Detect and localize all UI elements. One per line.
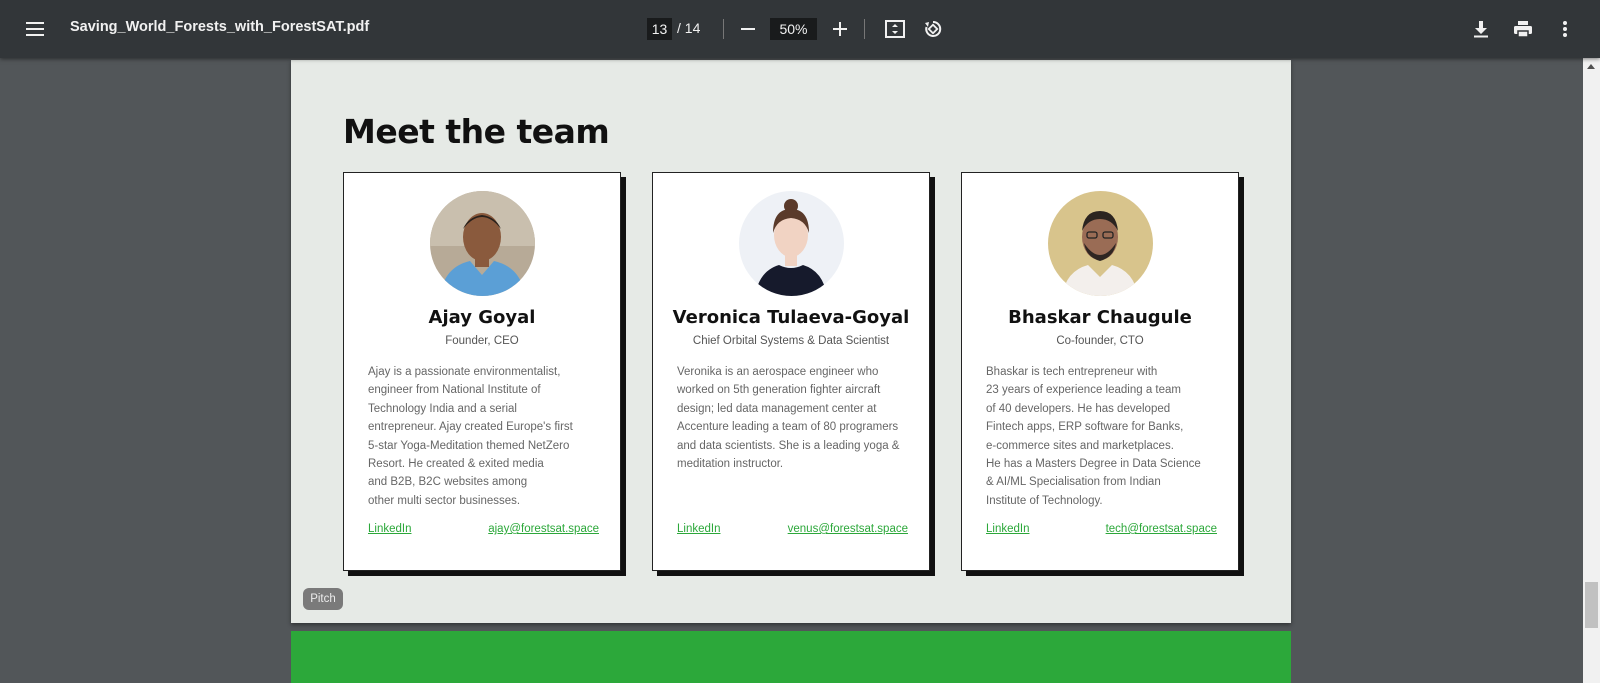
member-bio: Veronika is an aerospace engineer who wo… [677,363,917,473]
bio-line: Technology India and a serial [368,402,517,415]
scroll-thumb[interactable] [1585,582,1598,628]
bio-line: He has a Masters Degree in Data Science [986,458,1201,471]
toolbar-divider [864,19,865,39]
next-pdf-page [291,631,1291,683]
avatar [430,191,535,296]
pdf-toolbar: Saving_World_Forests_with_ForestSAT.pdf … [0,0,1600,58]
member-name: Bhaskar Chaugule [1008,307,1192,328]
bio-line: 23 years of experience leading a team [986,384,1181,397]
bio-line: meditation instructor. [677,458,784,471]
member-role: Founder, CEO [445,335,519,347]
team-card: Bhaskar Chaugule Co-founder, CTO Bhaskar… [961,172,1239,571]
bio-line: engineer from National Institute of [368,384,541,397]
avatar [739,191,844,296]
member-name: Veronica Tulaeva-Goyal [672,307,910,328]
bio-line: design; led data management center at [677,402,877,415]
bio-line: and B2B, B2C websites among [368,476,528,489]
bio-line: Fintech apps, ERP software for Banks, [986,421,1184,434]
linkedin-link[interactable]: LinkedIn [677,523,720,535]
toolbar-divider [723,19,724,39]
scroll-up-arrow-icon[interactable] [1587,64,1595,69]
avatar [1048,191,1153,296]
bio-line: worked on 5th generation fighter aircraf… [677,384,881,397]
vertical-scrollbar[interactable] [1583,58,1600,683]
member-role: Chief Orbital Systems & Data Scientist [692,335,890,347]
section-tag: Pitch [303,588,343,610]
member-bio: Ajay is a passionate environmentalist, e… [368,363,608,510]
bio-line: Bhaskar is tech entrepreneur with [986,366,1158,378]
rotate-icon[interactable] [915,11,951,47]
linkedin-link[interactable]: LinkedIn [986,523,1029,535]
linkedin-link[interactable]: LinkedIn [368,523,411,535]
bio-line: Institute of Technology. [986,494,1103,507]
print-icon[interactable] [1505,11,1541,47]
zoom-level-input[interactable]: 50% [770,18,817,40]
bio-line: entrepreneur. Ajay created Europe's firs… [368,421,573,434]
bio-line: Resort. He created & exited media [368,458,544,471]
bio-line: Veronika is an aerospace engineer who [677,366,879,378]
page-heading: Meet the team [343,112,610,151]
bio-line: other multi sector businesses. [368,494,521,507]
member-bio: Bhaskar is tech entrepreneur with 23 yea… [986,363,1226,510]
zoom-out-icon[interactable] [730,11,766,47]
bio-line: e-commerce sites and marketplaces. [986,439,1174,452]
member-role: Co-founder, CTO [1056,335,1144,347]
pdf-page: Meet the team Ajay Goyal Founder, CEO Aj… [291,60,1291,623]
team-card: Veronica Tulaeva-Goyal Chief Orbital Sys… [652,172,930,571]
email-link[interactable]: tech@forestsat.space [1106,523,1217,535]
bio-line: Accenture leading a team of 80 programer… [677,421,899,434]
member-name: Ajay Goyal [428,307,536,328]
download-icon[interactable] [1463,11,1499,47]
bio-line: of 40 developers. He has developed [986,402,1171,415]
more-options-icon[interactable] [1547,11,1583,47]
fit-page-icon[interactable] [877,11,913,47]
zoom-in-icon[interactable] [822,11,858,47]
bio-line: Ajay is a passionate environmentalist, [368,366,561,378]
page-total: / 14 [677,20,701,36]
page-number-input[interactable]: 13 [647,18,672,40]
bio-line: & AI/ML Specialisation from Indian [986,476,1161,489]
menu-icon[interactable] [17,11,53,47]
team-card: Ajay Goyal Founder, CEO Ajay is a passio… [343,172,621,571]
bio-line: and data scientists. She is a leading yo… [677,439,900,452]
email-link[interactable]: venus@forestsat.space [788,523,908,535]
document-title: Saving_World_Forests_with_ForestSAT.pdf [70,19,370,35]
email-link[interactable]: ajay@forestsat.space [488,523,599,535]
bio-line: 5-star Yoga-Meditation themed NetZero [368,439,570,452]
